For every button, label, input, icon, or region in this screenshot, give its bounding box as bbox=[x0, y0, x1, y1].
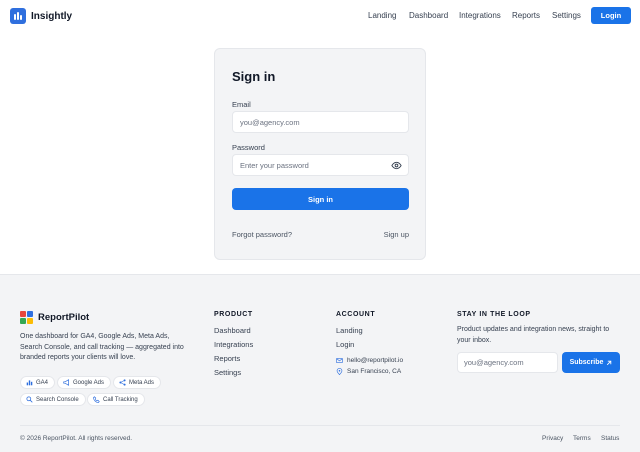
email-field[interactable]: you@agency.com bbox=[232, 111, 409, 133]
footer-link-settings[interactable]: Settings bbox=[214, 368, 241, 377]
signin-title: Sign in bbox=[232, 69, 276, 84]
chip-call-tracking[interactable]: Call Tracking bbox=[87, 393, 145, 406]
chip-search-console[interactable]: Search Console bbox=[20, 393, 86, 406]
search-icon bbox=[26, 396, 33, 403]
contact-location: San Francisco, CA bbox=[336, 368, 401, 375]
top-nav: Insightly Landing Dashboard Integrations… bbox=[0, 0, 640, 32]
newsletter-text: Product updates and integration news, st… bbox=[457, 326, 610, 344]
subscribe-label: Subscribe bbox=[569, 359, 604, 366]
password-placeholder: Enter your password bbox=[240, 160, 309, 170]
copyright: © 2026 ReportPilot. All rights reserved. bbox=[20, 435, 133, 442]
forgot-password-link[interactable]: Forgot password? bbox=[232, 230, 292, 239]
chip-ga4[interactable]: GA4 bbox=[20, 376, 56, 389]
privacy-link[interactable]: Privacy bbox=[542, 435, 563, 442]
contact-email-text: hello@reportpilot.io bbox=[347, 357, 404, 364]
footer-link-reports[interactable]: Reports bbox=[214, 354, 240, 363]
brand-name: Insightly bbox=[31, 10, 73, 22]
footer-brand-name: ReportPilot bbox=[38, 312, 90, 323]
bar-chart-icon bbox=[26, 380, 33, 386]
contact-email[interactable]: hello@reportpilot.io bbox=[336, 357, 403, 364]
login-button[interactable]: Login bbox=[591, 7, 631, 24]
nav-link-integrations[interactable]: Integrations bbox=[459, 11, 501, 20]
eye-icon[interactable] bbox=[391, 160, 402, 171]
signin-button[interactable]: Sign in bbox=[232, 188, 409, 210]
signup-link[interactable]: Sign up bbox=[384, 230, 409, 239]
chip-label: Meta Ads bbox=[129, 379, 155, 386]
chip-google-ads[interactable]: Google Ads bbox=[57, 376, 112, 389]
megaphone-icon bbox=[63, 379, 69, 386]
nav-link-landing[interactable]: Landing bbox=[368, 11, 396, 20]
nav-link-dashboard[interactable]: Dashboard bbox=[409, 11, 448, 20]
status-link[interactable]: Status bbox=[601, 435, 619, 442]
email-label: Email bbox=[232, 100, 251, 109]
bar-chart-logo-icon bbox=[10, 8, 26, 24]
subscribe-button[interactable]: Subscribe bbox=[562, 352, 620, 373]
chip-label: Search Console bbox=[36, 396, 79, 403]
footer-brand[interactable]: ReportPilot bbox=[20, 311, 89, 324]
terms-link[interactable]: Terms bbox=[573, 435, 591, 442]
chip-label: Google Ads bbox=[73, 379, 105, 386]
phone-icon bbox=[93, 396, 100, 403]
signin-card: Sign in Email you@agency.com Password En… bbox=[214, 48, 426, 260]
footer: ReportPilot One dashboard for GA4, Googl… bbox=[0, 274, 640, 452]
footer-link-landing[interactable]: Landing bbox=[336, 326, 363, 335]
chip-label: Call Tracking bbox=[103, 396, 138, 403]
newsletter-email-input[interactable]: you@agency.com bbox=[457, 352, 558, 373]
nav-link-settings[interactable]: Settings bbox=[552, 11, 581, 20]
password-label: Password bbox=[232, 143, 265, 152]
account-heading: ACCOUNT bbox=[336, 311, 376, 318]
nav-link-reports[interactable]: Reports bbox=[512, 11, 540, 20]
password-field[interactable]: Enter your password bbox=[232, 154, 409, 176]
contact-location-text: San Francisco, CA bbox=[347, 368, 402, 375]
chip-label: GA4 bbox=[36, 379, 49, 386]
brand[interactable]: Insightly bbox=[10, 8, 72, 24]
mail-icon bbox=[336, 358, 343, 363]
newsletter-heading: STAY IN THE LOOP bbox=[457, 311, 531, 318]
map-pin-icon bbox=[336, 368, 343, 375]
arrow-up-right-icon bbox=[607, 360, 612, 365]
footer-link-dashboard[interactable]: Dashboard bbox=[214, 326, 251, 335]
footer-divider bbox=[20, 425, 620, 426]
grid-logo-icon bbox=[20, 311, 33, 324]
footer-description: One dashboard for GA4, Google Ads, Meta … bbox=[20, 333, 184, 361]
footer-link-integrations[interactable]: Integrations bbox=[214, 340, 253, 349]
chip-meta-ads[interactable]: Meta Ads bbox=[113, 376, 162, 389]
share-icon bbox=[119, 379, 126, 386]
footer-link-login[interactable]: Login bbox=[336, 340, 354, 349]
product-heading: PRODUCT bbox=[214, 311, 253, 318]
